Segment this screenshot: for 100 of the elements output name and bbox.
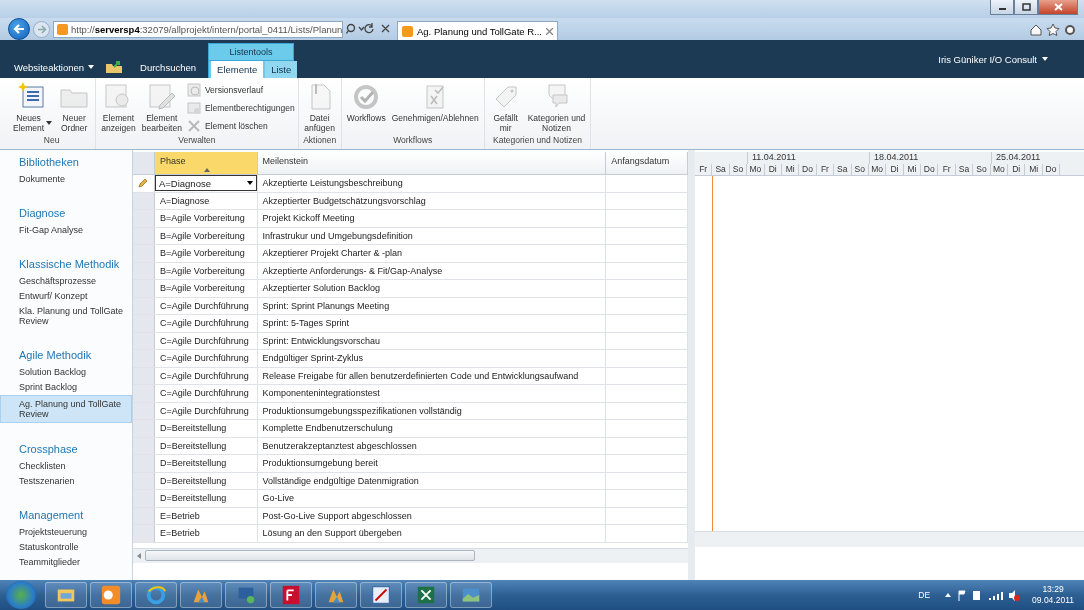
folder-arrow-icon[interactable] <box>106 61 123 73</box>
phase-dropdown[interactable]: A=Diagnose <box>154 175 257 191</box>
clock-date[interactable]: 09.04.2011 <box>1032 595 1074 606</box>
taskbar-app-button[interactable] <box>405 582 447 608</box>
sidebar-heading[interactable]: Klassische Methodik <box>0 258 132 274</box>
sidebar-heading[interactable]: Agile Methodik <box>0 349 132 365</box>
home-favorites-tools-icon[interactable] <box>1030 22 1076 36</box>
back-button[interactable] <box>8 18 30 40</box>
row-selector[interactable] <box>133 350 155 367</box>
browser-app-icon <box>145 584 167 606</box>
column-header[interactable]: Meilenstein <box>257 152 607 174</box>
table-cell: Vollständige endgültige Datenmigration <box>257 472 607 489</box>
taskbar-app-button[interactable] <box>45 582 87 608</box>
taskbar-app-button[interactable] <box>135 582 177 608</box>
table-cell: Komplette Endbenutzerschulung <box>257 420 607 437</box>
table-cell: C=Agile Durchführung <box>154 367 258 384</box>
taskbar-app-button[interactable] <box>270 582 312 608</box>
letter-f-app-icon <box>280 584 302 606</box>
table-cell: Lösung an den Support übergeben <box>257 525 607 542</box>
taskbar-app-button[interactable] <box>360 582 402 608</box>
table-cell: A=Diagnose <box>154 192 258 209</box>
start-button[interactable] <box>6 581 36 609</box>
ribbon-button[interactable]: Neues Element <box>11 81 55 135</box>
sidebar-item[interactable]: Statuskontrolle <box>0 540 132 555</box>
sidebar-heading[interactable]: Diagnose <box>0 207 132 223</box>
sidebar-heading[interactable]: Crossphase <box>0 443 132 459</box>
taskbar-app-button[interactable] <box>315 582 357 608</box>
site-actions-menu[interactable]: Websiteaktionen <box>0 56 101 78</box>
table-cell: E=Betrieb <box>154 507 258 524</box>
table-cell: Akzeptierter Solution Backlog <box>257 280 607 297</box>
table-cell: Sprint: Sprint Planungs Meeting <box>257 297 607 314</box>
sidebar-item[interactable]: Entwurf/ Konzept <box>0 289 132 304</box>
row-selector[interactable] <box>133 210 155 227</box>
table-cell: Benutzerakzeptanztest abgeschlossen <box>257 437 607 454</box>
table-cell: B=Agile Vorbereitung <box>154 262 258 279</box>
table-cell: C=Agile Durchführung <box>154 297 258 314</box>
ribbon-group-label: Aktionen <box>302 135 338 147</box>
ribbon-tab[interactable]: Elemente <box>211 61 264 78</box>
caret-icon <box>88 65 95 69</box>
sidebar-item[interactable]: Projektsteuerung <box>0 525 132 540</box>
sidebar-item[interactable]: Ag. Planung und TollGate Review <box>0 395 132 423</box>
sidebar-item[interactable]: Sprint Backlog <box>0 380 132 395</box>
context-group-label: Listentools <box>208 43 295 60</box>
close-button[interactable] <box>1038 0 1078 15</box>
sidebar-heading[interactable]: Bibliotheken <box>0 156 132 172</box>
site-icon <box>57 23 68 35</box>
table-cell: D=Bereitstellung <box>154 472 258 489</box>
row-selector[interactable] <box>133 245 155 262</box>
clock-time[interactable]: 13:29 <box>1042 584 1064 595</box>
day-label: Di <box>764 164 782 175</box>
table-cell: C=Agile Durchführung <box>154 332 258 349</box>
taskbar-app-button[interactable] <box>90 582 132 608</box>
day-label: Di <box>1008 164 1026 175</box>
select-all-cell[interactable] <box>133 152 155 174</box>
system-tray-icons[interactable] <box>943 589 1022 601</box>
sidebar-item[interactable]: Dokumente <box>0 172 132 187</box>
ribbon-tab[interactable]: Liste <box>265 61 298 78</box>
table-cell: Akzeptierte Anforderungs- & Fit/Gap-Analyse <box>257 262 607 279</box>
horizontal-scrollbar[interactable] <box>695 531 1084 547</box>
table-cell: D=Bereitstellung <box>154 490 258 507</box>
table-cell: Produktionsumgebungsspezifikationen vollständig <box>257 402 607 419</box>
row-selector[interactable] <box>133 385 155 402</box>
close-icon[interactable] <box>546 27 553 35</box>
taskbar-app-button[interactable] <box>450 582 492 608</box>
row-selector[interactable] <box>133 525 155 542</box>
minimize-button[interactable] <box>990 0 1014 15</box>
scroll-left-icon[interactable] <box>137 552 141 559</box>
maximize-button[interactable] <box>1014 0 1038 15</box>
row-selector[interactable] <box>133 490 155 507</box>
browse-tab[interactable]: Durchsuchen <box>134 56 209 78</box>
table-cell: Komponentenintegrationstest <box>257 385 607 402</box>
taskbar-app-button[interactable] <box>225 582 267 608</box>
browser-tab[interactable]: Ag. Planung und TollGate R... <box>397 21 558 40</box>
address-field[interactable]: http://serversp4:32079/allprojekt/intern/portal_0411/Lists/Planun <box>53 20 343 38</box>
day-label: Mo <box>868 164 887 175</box>
caret-icon <box>1042 57 1048 61</box>
row-selector[interactable] <box>133 455 155 472</box>
sidebar-item[interactable]: Kla. Planung und TollGate Review <box>0 304 132 329</box>
column-header[interactable]: Anfangsdatum <box>606 152 688 174</box>
pencil-icon <box>138 178 149 189</box>
language-indicator[interactable]: DE <box>918 590 931 600</box>
sidebar-item[interactable]: Solution Backlog <box>0 365 132 380</box>
day-label: Mo <box>747 164 765 175</box>
sidebar-item[interactable]: Geschäftsprozesse <box>0 274 132 289</box>
row-selector[interactable] <box>133 280 155 297</box>
sidebar-item[interactable]: Teammitglieder <box>0 555 132 570</box>
ribbon-group-label: Verwalten <box>177 135 217 147</box>
sidebar-heading[interactable]: Management <box>0 509 132 525</box>
sort-arrow-icon <box>203 168 210 172</box>
sidebar-item[interactable]: Checklisten <box>0 459 132 474</box>
row-selector[interactable] <box>133 420 155 437</box>
column-header[interactable]: Phase <box>154 152 258 174</box>
sidebar-item[interactable]: Fit-Gap Analyse <box>0 223 132 238</box>
taskbar-app-button[interactable] <box>180 582 222 608</box>
sidebar-item[interactable]: Testszenarien <box>0 474 132 489</box>
table-cell: D=Bereitstellung <box>154 455 258 472</box>
forward-button[interactable] <box>33 20 50 38</box>
user-menu[interactable]: Iris Güniker I/O Consult <box>938 48 1084 70</box>
table-cell: B=Agile Vorbereitung <box>154 280 258 297</box>
row-selector[interactable] <box>133 315 155 332</box>
